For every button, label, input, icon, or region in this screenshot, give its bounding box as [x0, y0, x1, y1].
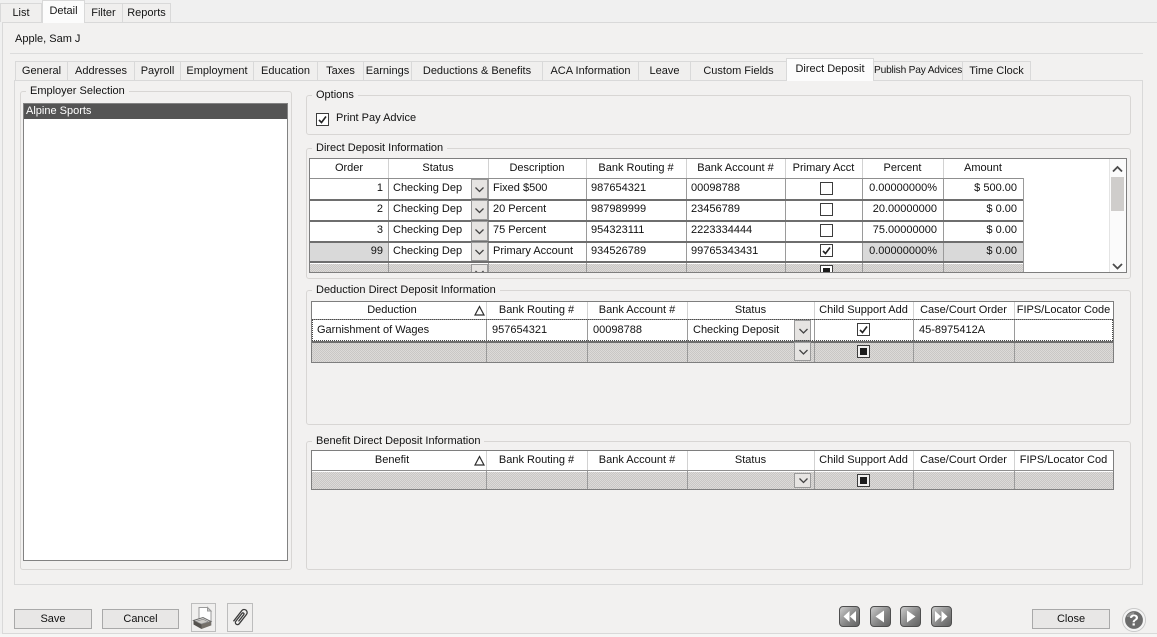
svg-text:?: ? [1129, 613, 1139, 630]
